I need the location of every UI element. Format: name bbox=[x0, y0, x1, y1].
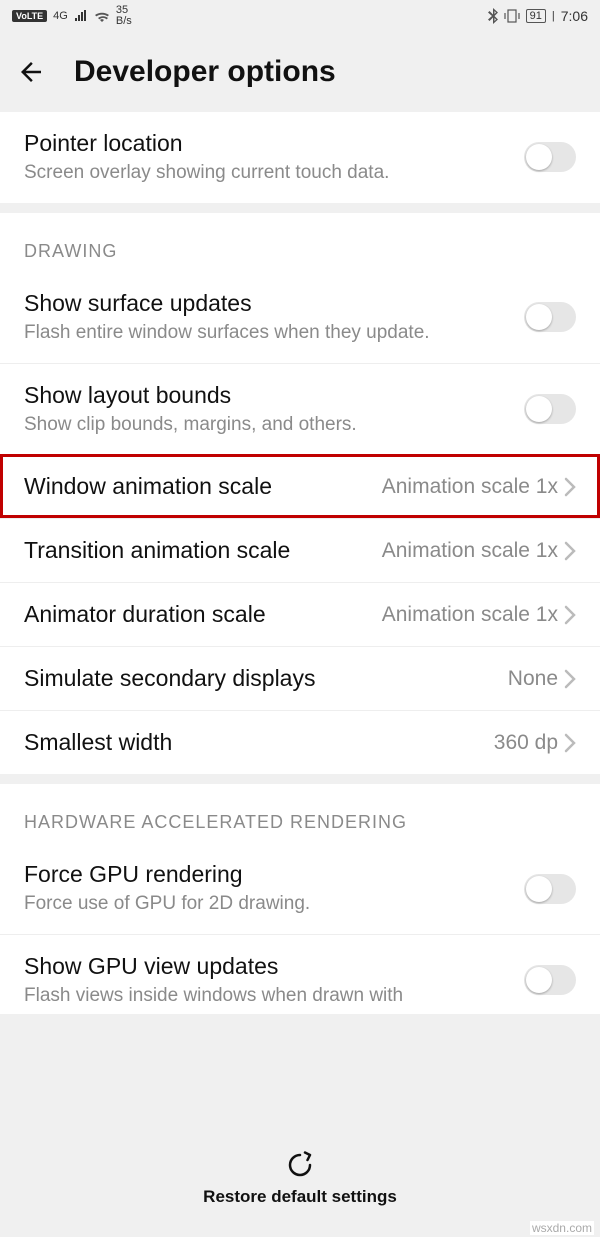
restore-defaults-button[interactable]: Restore default settings bbox=[0, 1140, 600, 1215]
net-speed: 35 B/s bbox=[116, 5, 132, 27]
row-window-animation-scale[interactable]: Window animation scale Animation scale 1… bbox=[0, 454, 600, 518]
network-type: 4G bbox=[53, 11, 68, 22]
restore-icon bbox=[285, 1150, 315, 1180]
battery-icon: 91 bbox=[526, 9, 546, 23]
section-header-drawing: DRAWING bbox=[0, 213, 600, 272]
section-drawing: DRAWING Show surface updates Flash entir… bbox=[0, 213, 600, 775]
surface-updates-switch[interactable] bbox=[524, 302, 576, 332]
volte-icon: VoLTE bbox=[12, 10, 47, 22]
row-transition-animation-scale[interactable]: Transition animation scale Animation sca… bbox=[0, 518, 600, 582]
chevron-right-icon bbox=[564, 541, 576, 561]
clock: 7:06 bbox=[561, 8, 588, 24]
signal-icon bbox=[74, 10, 88, 22]
layout-bounds-switch[interactable] bbox=[524, 394, 576, 424]
wifi-icon bbox=[94, 10, 110, 22]
section-hardware: HARDWARE ACCELERATED RENDERING Force GPU… bbox=[0, 784, 600, 1014]
chevron-right-icon bbox=[564, 669, 576, 689]
row-desc: Screen overlay showing current touch dat… bbox=[24, 161, 512, 185]
status-bar: VoLTE 4G 35 B/s 91 | 7:06 bbox=[0, 0, 600, 32]
vibrate-icon bbox=[504, 9, 520, 23]
pointer-location-switch[interactable] bbox=[524, 142, 576, 172]
watermark: wsxdn.com bbox=[530, 1221, 594, 1235]
app-header: Developer options bbox=[0, 32, 600, 112]
row-show-gpu-view-updates[interactable]: Show GPU view updates Flash views inside… bbox=[0, 934, 600, 1014]
row-force-gpu-rendering[interactable]: Force GPU rendering Force use of GPU for… bbox=[0, 843, 600, 934]
status-left: VoLTE 4G 35 B/s bbox=[12, 5, 132, 27]
chevron-right-icon bbox=[564, 733, 576, 753]
bluetooth-icon bbox=[488, 8, 498, 24]
status-right: 91 | 7:06 bbox=[488, 8, 588, 24]
row-show-surface-updates[interactable]: Show surface updates Flash entire window… bbox=[0, 272, 600, 363]
force-gpu-switch[interactable] bbox=[524, 874, 576, 904]
row-smallest-width[interactable]: Smallest width 360 dp bbox=[0, 710, 600, 774]
restore-label: Restore default settings bbox=[0, 1187, 600, 1207]
show-gpu-switch[interactable] bbox=[524, 965, 576, 995]
chevron-right-icon bbox=[564, 477, 576, 497]
back-icon[interactable] bbox=[16, 57, 46, 87]
section-header-hardware: HARDWARE ACCELERATED RENDERING bbox=[0, 784, 600, 843]
row-show-layout-bounds[interactable]: Show layout bounds Show clip bounds, mar… bbox=[0, 363, 600, 455]
row-title: Pointer location bbox=[24, 130, 512, 157]
row-animator-duration-scale[interactable]: Animator duration scale Animation scale … bbox=[0, 582, 600, 646]
row-simulate-secondary-displays[interactable]: Simulate secondary displays None bbox=[0, 646, 600, 710]
row-pointer-location[interactable]: Pointer location Screen overlay showing … bbox=[0, 112, 600, 203]
chevron-right-icon bbox=[564, 605, 576, 625]
page-title: Developer options bbox=[74, 55, 336, 89]
section-top-partial: Pointer location Screen overlay showing … bbox=[0, 112, 600, 203]
